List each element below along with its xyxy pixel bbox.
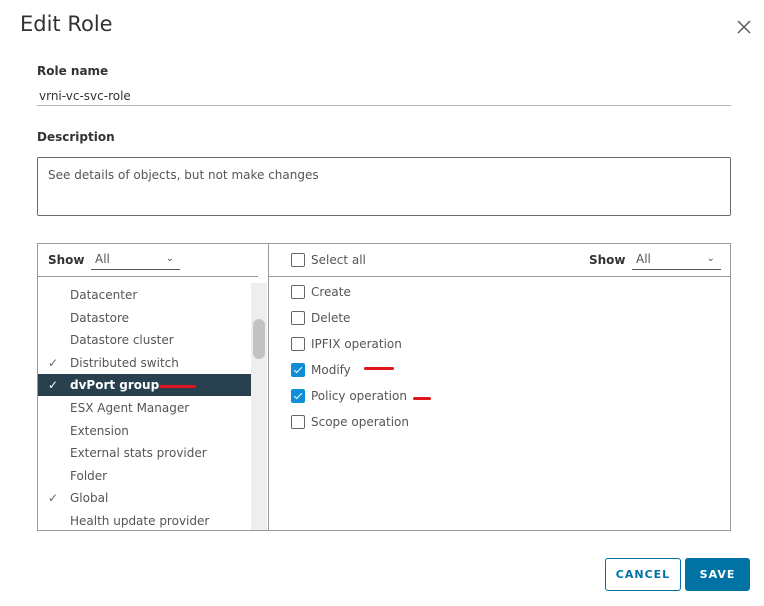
scrollbar[interactable] bbox=[251, 283, 267, 530]
select-all-checkbox[interactable]: Select all bbox=[291, 252, 366, 270]
privilege-checkbox[interactable]: Modify bbox=[291, 362, 351, 380]
object-list-item-label: Health update provider bbox=[70, 514, 210, 528]
chevron-down-icon: ⌄ bbox=[706, 253, 715, 264]
object-list-item-label: Datacenter bbox=[70, 288, 138, 302]
chevron-down-icon: ⌄ bbox=[165, 253, 174, 264]
left-show-select[interactable]: All ⌄ bbox=[91, 250, 180, 270]
object-list-item[interactable]: ✓ Distributed switch bbox=[38, 352, 251, 374]
object-list-pane: Show All ⌄ Datacenter Datastore Datastore c… bbox=[38, 244, 269, 530]
object-list-item[interactable]: External stats provider bbox=[38, 442, 251, 464]
privilege-label: Modify bbox=[311, 363, 351, 377]
divider bbox=[269, 276, 731, 277]
object-list-item-label: Distributed switch bbox=[70, 355, 179, 370]
object-list-item[interactable]: Datacenter bbox=[38, 284, 251, 306]
object-list-item-label: Folder bbox=[70, 468, 108, 483]
privilege-checkbox[interactable]: IPFIX operation bbox=[291, 336, 402, 354]
object-list-item-label: Datastore cluster bbox=[70, 333, 174, 348]
right-show-label: Show bbox=[589, 253, 626, 267]
role-name-input[interactable] bbox=[37, 86, 731, 106]
object-list-item[interactable]: Folder bbox=[38, 465, 251, 487]
checkmark-icon: ✓ bbox=[48, 378, 59, 393]
privilege-label: IPFIX operation bbox=[311, 337, 402, 351]
privilege-label: Scope operation bbox=[311, 415, 409, 429]
privilege-checkbox[interactable]: Delete bbox=[291, 310, 350, 328]
object-list-item-label: External stats provider bbox=[70, 446, 207, 461]
privilege-label: Policy operation bbox=[311, 389, 407, 403]
object-list-item-label: Extension bbox=[70, 423, 129, 438]
privilege-checkbox[interactable]: Create bbox=[291, 284, 351, 302]
right-show-value: All bbox=[636, 252, 651, 266]
privilege-label: Delete bbox=[311, 311, 351, 325]
select-all-label: Select all bbox=[311, 253, 366, 267]
privileges-panel: Show All ⌄ Datacenter Datastore Datastore c… bbox=[37, 243, 731, 531]
object-list-item-label: dvPort group bbox=[70, 378, 160, 393]
checkbox-icon bbox=[291, 284, 305, 299]
checkmark-icon: ✓ bbox=[48, 355, 59, 370]
checkbox-icon bbox=[291, 252, 305, 267]
object-list-item-label: ESX Agent Manager bbox=[70, 401, 190, 415]
checkbox-icon bbox=[291, 336, 305, 351]
object-list-item[interactable]: ✓ Global bbox=[38, 487, 251, 509]
object-list-item[interactable]: Health update provider bbox=[38, 510, 251, 532]
checkbox-icon bbox=[291, 388, 305, 403]
red-annotation-mark bbox=[159, 385, 196, 388]
left-show-label: Show bbox=[48, 253, 85, 267]
dialog-title: Edit Role bbox=[20, 12, 113, 36]
description-textarea[interactable]: See details of objects, but not make cha… bbox=[37, 157, 731, 216]
scrollbar-thumb[interactable] bbox=[253, 319, 265, 359]
right-show-select[interactable]: All ⌄ bbox=[632, 250, 721, 270]
object-list-item-label: Datastore bbox=[70, 310, 130, 325]
checkbox-icon bbox=[291, 362, 305, 377]
red-annotation-mark bbox=[364, 367, 394, 370]
left-show-value: All bbox=[95, 252, 110, 266]
cancel-button[interactable]: CANCEL bbox=[605, 558, 681, 591]
role-name-label: Role name bbox=[37, 64, 109, 78]
close-icon[interactable] bbox=[734, 17, 754, 37]
object-list-item[interactable]: ESX Agent Manager bbox=[38, 397, 251, 419]
checkmark-icon: ✓ bbox=[48, 491, 59, 506]
object-list-item-label: Global bbox=[70, 491, 109, 506]
object-list-item[interactable]: Datastore bbox=[38, 307, 251, 329]
save-button[interactable]: SAVE bbox=[685, 558, 750, 591]
checkbox-icon bbox=[291, 414, 305, 429]
description-label: Description bbox=[37, 130, 115, 144]
object-list-item[interactable]: ✓ dvPort group bbox=[38, 374, 251, 397]
object-list-item[interactable]: Datastore cluster bbox=[38, 329, 251, 351]
privilege-label: Create bbox=[311, 285, 351, 299]
privilege-checkbox[interactable]: Scope operation bbox=[291, 414, 409, 432]
red-annotation-mark bbox=[413, 397, 431, 400]
checkbox-icon bbox=[291, 310, 305, 325]
object-list-item[interactable]: Extension bbox=[38, 420, 251, 442]
divider bbox=[38, 276, 258, 277]
privilege-checkbox[interactable]: Policy operation bbox=[291, 388, 407, 406]
